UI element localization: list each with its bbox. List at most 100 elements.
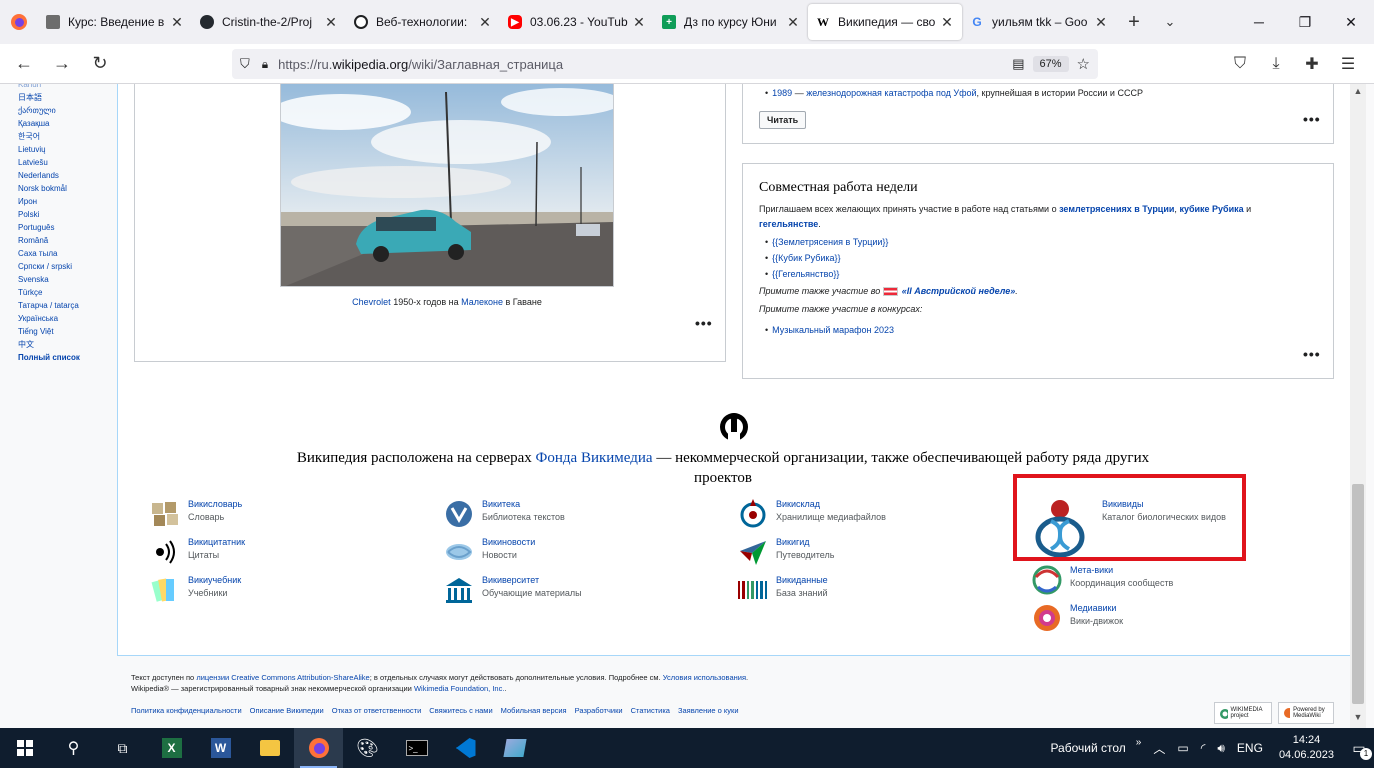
history-event-link[interactable]: железнодорожная катастрофа под Уфой <box>806 88 976 98</box>
tab-course[interactable]: Курс: Введение в ✕ <box>38 4 192 40</box>
language-link[interactable]: Nederlands <box>18 169 80 182</box>
language-link[interactable]: Ирон <box>18 195 80 208</box>
taskbar-paint[interactable]: 🎨︎ <box>343 728 392 768</box>
back-button[interactable]: ← <box>6 48 42 80</box>
project-name[interactable]: Мета-вики <box>1070 564 1173 577</box>
footer-link[interactable]: Отказ от ответственности <box>332 706 422 715</box>
template-link[interactable]: {{Гегельянство}} <box>772 269 839 279</box>
featured-image[interactable] <box>280 84 614 287</box>
footer-link[interactable]: Свяжитесь с нами <box>429 706 492 715</box>
project-name[interactable]: Викиновости <box>482 536 535 549</box>
footer-link[interactable]: Разработчики <box>575 706 623 715</box>
firefox-view-button[interactable] <box>0 0 38 44</box>
language-link[interactable]: Norsk bokmål <box>18 182 80 195</box>
lock-icon[interactable]: 🔒︎ <box>262 57 268 72</box>
project-name[interactable]: Викигид <box>776 536 834 549</box>
language-link[interactable]: Română <box>18 234 80 247</box>
volume-icon[interactable]: 🔊︎ <box>1217 741 1225 756</box>
project-wiktionary[interactable]: Викисловарь Словарь <box>148 498 242 530</box>
project-name[interactable]: Викиучебник <box>188 574 241 587</box>
more-options-icon[interactable]: ••• <box>1303 111 1321 127</box>
tab-google[interactable]: G уильям tkk – Goo ✕ <box>962 4 1116 40</box>
link-earthquakes[interactable]: землетрясениях в Турции <box>1059 204 1174 214</box>
project-name[interactable]: Викиданные <box>776 574 828 587</box>
language-link[interactable]: Lietuvių <box>18 143 80 156</box>
mediawiki-badge[interactable]: Powered by MediaWiki <box>1278 702 1334 724</box>
template-link[interactable]: {{Землетрясения в Турции}} <box>772 237 888 247</box>
project-name[interactable]: Викиверситет <box>482 574 582 587</box>
footer-link[interactable]: Мобильная версия <box>501 706 567 715</box>
scroll-down-arrow[interactable]: ▼ <box>1350 712 1366 726</box>
wikimedia-foundation-link[interactable]: Фонда Викимедиа <box>536 450 653 466</box>
project-wikisource[interactable]: Викитека Библиотека текстов <box>442 498 565 530</box>
close-icon[interactable]: ✕ <box>940 14 954 31</box>
footer-link[interactable]: Статистика <box>631 706 670 715</box>
terms-link[interactable]: Условия использования <box>663 673 746 682</box>
taskbar-explorer[interactable] <box>245 728 294 768</box>
menu-icon[interactable]: ☰ <box>1330 48 1366 80</box>
taskbar-terminal[interactable]: >_ <box>392 728 441 768</box>
tab-wikipedia[interactable]: W Википедия — сво ✕ <box>808 4 962 40</box>
project-wikidata[interactable]: Викиданные База знаний <box>736 574 828 606</box>
battery-icon[interactable]: ▭ <box>1177 741 1188 755</box>
project-name[interactable]: Медиавики <box>1070 602 1123 615</box>
language-link[interactable]: Қазақша <box>18 117 80 130</box>
language-link[interactable]: Türkçe <box>18 286 80 299</box>
project-meta-wiki[interactable]: Мета-вики Координация сообществ <box>1030 564 1173 596</box>
link-hegelianism[interactable]: гегельянстве <box>759 219 818 229</box>
clock[interactable]: 14:24 04.06.2023 <box>1279 733 1334 763</box>
project-name[interactable]: Викицитатник <box>188 536 245 549</box>
language-link[interactable]: Português <box>18 221 80 234</box>
project-wikivoyage[interactable]: Викигид Путеводитель <box>736 536 834 568</box>
project-wikinews[interactable]: Викиновости Новости <box>442 536 535 568</box>
language-link[interactable]: Tiếng Việt <box>18 325 80 338</box>
taskbar-vscode[interactable] <box>441 728 490 768</box>
language-link[interactable]: Latviešu <box>18 156 80 169</box>
austrian-week-link[interactable]: «II Австрийской неделе» <box>902 286 1016 296</box>
start-button[interactable] <box>0 728 49 768</box>
url-bar[interactable]: ⛉ 🔒︎ https://ru.wikipedia.org/wiki/Загла… <box>232 49 1098 79</box>
more-options-icon[interactable]: ••• <box>695 315 713 331</box>
read-button[interactable]: Читать <box>759 111 807 129</box>
taskbar-app[interactable] <box>490 728 539 768</box>
project-wikibooks[interactable]: Викиучебник Учебники <box>148 574 241 606</box>
desktop-label[interactable]: Рабочий стол <box>1050 741 1125 755</box>
caption-link-chevrolet[interactable]: Chevrolet <box>352 297 391 307</box>
close-icon[interactable]: ✕ <box>1094 14 1108 31</box>
project-commons[interactable]: Викисклад Хранилище медиафайлов <box>736 498 886 530</box>
scrollbar-thumb[interactable] <box>1352 484 1364 704</box>
language-link[interactable]: 中文 <box>18 338 80 351</box>
tab-sheets[interactable]: + Дз по курсу Юни ✕ <box>654 4 808 40</box>
project-name[interactable]: Викитека <box>482 498 565 511</box>
full-language-list-link[interactable]: Полный список <box>18 351 80 364</box>
downloads-icon[interactable]: ⤓ <box>1258 48 1294 80</box>
list-all-tabs-button[interactable]: ⌄ <box>1152 4 1188 40</box>
language-link[interactable]: Polski <box>18 208 80 221</box>
footer-link[interactable]: Политика конфиденциальности <box>131 706 242 715</box>
tab-github[interactable]: Cristin-the-2/Proj ✕ <box>192 4 346 40</box>
footer-link[interactable]: Описание Википедии <box>250 706 324 715</box>
chevron-double-icon[interactable]: » <box>1136 737 1142 748</box>
contest-link[interactable]: Музыкальный марафон 2023 <box>772 325 894 335</box>
history-year-link[interactable]: 1989 <box>772 88 792 98</box>
language-link[interactable]: Kanuri <box>18 84 80 91</box>
license-link[interactable]: лицензии Creative Commons Attribution-Sh… <box>196 673 369 682</box>
project-wikiversity[interactable]: Викиверситет Обучающие материалы <box>442 574 582 606</box>
language-indicator[interactable]: ENG <box>1237 741 1263 755</box>
restore-button[interactable]: ❐ <box>1282 0 1328 44</box>
bookmark-star-icon[interactable]: ☆ <box>1077 55 1090 73</box>
close-icon[interactable]: ✕ <box>786 14 800 31</box>
caption-link-malecon[interactable]: Малеконе <box>461 297 503 307</box>
language-link[interactable]: ქართული <box>18 104 80 117</box>
close-icon[interactable]: ✕ <box>632 14 646 31</box>
forward-button[interactable]: → <box>44 48 80 80</box>
minimize-button[interactable]: ─ <box>1236 0 1282 44</box>
wifi-icon[interactable]: ◜ <box>1201 741 1206 755</box>
close-icon[interactable]: ✕ <box>478 14 492 31</box>
tab-youtube[interactable]: ▶ 03.06.23 - YouTub ✕ <box>500 4 654 40</box>
zoom-level[interactable]: 67% <box>1032 56 1069 72</box>
vertical-scrollbar[interactable]: ▲ ▼ <box>1350 84 1366 728</box>
project-name[interactable]: Викисклад <box>776 498 886 511</box>
url-text[interactable]: https://ru.wikipedia.org/wiki/Заглавная_… <box>278 57 1012 72</box>
taskbar-firefox[interactable] <box>294 728 343 768</box>
